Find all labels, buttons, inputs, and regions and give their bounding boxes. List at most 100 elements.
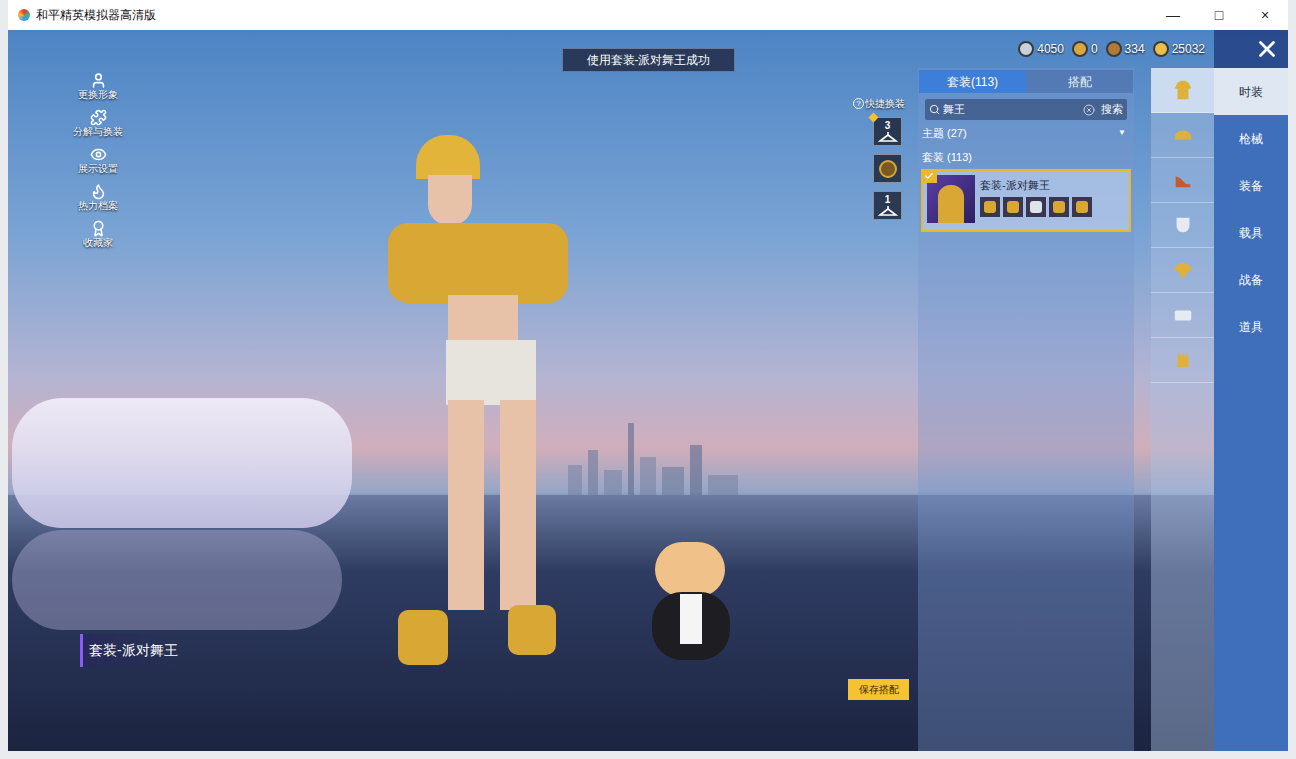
left-menu-item[interactable]: 收藏家: [70, 216, 126, 253]
left-column: 更换形象分解与换装展示设置热力档案收藏家套装-派对舞王: [8, 30, 208, 751]
currency-icon: [1106, 41, 1122, 57]
right-group: 4050033425032套装(113)搭配舞王搜索主题 (27)▼套装 (11…: [910, 30, 1288, 751]
slot-tab[interactable]: [1151, 158, 1214, 203]
window-control-button[interactable]: ×: [1242, 0, 1288, 30]
search-icon: [929, 104, 940, 115]
quick-change-slot[interactable]: [873, 154, 902, 183]
left-menu-item[interactable]: 分解与换装: [70, 105, 126, 142]
currency-icon: [1153, 41, 1169, 57]
slot-tab[interactable]: [1151, 338, 1214, 383]
equipped-check-icon: [921, 169, 937, 183]
currency: 25032: [1153, 40, 1205, 58]
helmet-icon: [1172, 124, 1194, 146]
title-bar: 和平精英模拟器高清版 —□×: [8, 0, 1288, 30]
window-title: 和平精英模拟器高清版: [36, 6, 156, 24]
car-reflection: [12, 530, 342, 630]
section-title: 套装 (113): [922, 144, 1130, 168]
currency: 334: [1106, 40, 1145, 58]
search-button[interactable]: 搜索: [1101, 101, 1123, 118]
quick-change-label: ?快捷换装: [853, 96, 905, 111]
hanger: 3: [878, 121, 898, 143]
category-tab[interactable]: 道具: [1214, 303, 1288, 350]
left-menu-item[interactable]: 热力档案: [70, 179, 126, 216]
center-area: [208, 30, 846, 751]
theme-filter[interactable]: 主题 (27)▼: [922, 125, 1130, 142]
outfit-part[interactable]: [1072, 197, 1092, 217]
active-marker-icon: [869, 113, 879, 123]
currency-row: 4050 0 334 25032: [1018, 40, 1205, 58]
menu-item-icon: [90, 72, 107, 89]
outfit-label-row: 套装-派对舞王: [80, 634, 208, 667]
bear-pet: [640, 542, 750, 662]
left-menu-item[interactable]: 更换形象: [70, 68, 126, 105]
outfit-part[interactable]: [1026, 197, 1046, 217]
hanger-icon: [878, 205, 898, 217]
top-bar: 4050 0 334 25032: [910, 30, 1288, 68]
app-logo-icon: [18, 9, 30, 21]
outfit-info: 套装-派对舞王: [980, 175, 1092, 217]
close-button[interactable]: [1214, 30, 1288, 68]
panel-tabs: 套装(113)搭配: [919, 70, 1133, 93]
menu-item-icon: [90, 146, 107, 163]
slot-tab[interactable]: [1151, 293, 1214, 338]
menu-item-icon: [90, 109, 107, 126]
slot-number: 1: [885, 195, 891, 205]
menu-item-icon: [90, 183, 107, 200]
save-outfit-button[interactable]: 保存搭配: [848, 679, 909, 700]
currency-icon: [1018, 41, 1034, 57]
panel-tab[interactable]: 搭配: [1026, 70, 1133, 93]
item-list: 套装-派对舞王: [921, 169, 1131, 232]
search-field[interactable]: 舞王搜索: [925, 99, 1127, 120]
panel-tab[interactable]: 套装(113): [919, 70, 1026, 93]
slot-tab[interactable]: [1151, 68, 1214, 113]
clear-icon[interactable]: [1083, 104, 1095, 116]
slot-tab[interactable]: [1151, 248, 1214, 293]
locked-badge-icon: [879, 160, 897, 178]
menu-item-icon: [90, 220, 107, 237]
currency: 4050: [1018, 40, 1064, 58]
slot-icon-column: [1151, 68, 1214, 751]
toast: 使用套装-派对舞王成功: [562, 48, 735, 72]
slot-tab[interactable]: [1151, 203, 1214, 248]
outfit-card[interactable]: 套装-派对舞王: [921, 169, 1131, 232]
mask-icon: [1172, 214, 1194, 236]
window-control-button[interactable]: —: [1150, 0, 1196, 30]
category-tab[interactable]: 装备: [1214, 162, 1288, 209]
category-column: 时装枪械装备载具战备道具: [1214, 68, 1288, 751]
currency-icon: [1072, 41, 1088, 57]
character: [388, 135, 578, 665]
hanger: 1: [878, 195, 898, 217]
game-area: 使用套装-派对舞王成功更换形象分解与换装展示设置热力档案收藏家套装-派对舞王?快…: [8, 30, 1288, 751]
dropdown-arrow: ▼: [1118, 127, 1126, 139]
slot-number: 3: [885, 121, 891, 131]
outfit-parts: [980, 197, 1092, 217]
outfit-icon: [1172, 79, 1194, 101]
left-menu: 更换形象分解与换装展示设置热力档案收藏家: [70, 68, 208, 253]
hanger-icon: [878, 131, 898, 143]
quick-change-column: ?快捷换装31保存搭配: [846, 30, 910, 751]
quick-change-slot[interactable]: 1: [873, 191, 902, 220]
outfit-part[interactable]: [1003, 197, 1023, 217]
left-menu-item[interactable]: 展示设置: [70, 142, 126, 179]
category-tab[interactable]: 载具: [1214, 209, 1288, 256]
currency: 0: [1072, 40, 1098, 58]
window-control-button[interactable]: □: [1196, 0, 1242, 30]
category-tab[interactable]: 时装: [1214, 68, 1288, 115]
app: 和平精英模拟器高清版—□×使用套装-派对舞王成功更换形象分解与换装展示设置热力档…: [0, 0, 1296, 759]
outfit-part[interactable]: [980, 197, 1000, 217]
vehicle-icon: [1172, 304, 1194, 326]
outfit-label: 套装-派对舞王: [80, 634, 178, 667]
hud: 更换形象分解与换装展示设置热力档案收藏家套装-派对舞王?快捷换装31保存搭配40…: [8, 30, 1288, 751]
quick-change-slot[interactable]: 3: [873, 117, 902, 146]
category-tab[interactable]: 战备: [1214, 256, 1288, 303]
help-icon[interactable]: ?: [853, 98, 864, 109]
quick-change-slots: 31: [873, 117, 902, 220]
glove-icon: [1172, 349, 1194, 371]
outfit-part[interactable]: [1049, 197, 1069, 217]
slot-tab[interactable]: [1151, 113, 1214, 158]
category-tab[interactable]: 枪械: [1214, 115, 1288, 162]
item-panel: 套装(113)搭配舞王搜索主题 (27)▼套装 (113)套装-派对舞王: [918, 68, 1134, 751]
close-icon: [1254, 36, 1280, 62]
car: [12, 398, 352, 528]
shoe-icon: [1172, 169, 1194, 191]
